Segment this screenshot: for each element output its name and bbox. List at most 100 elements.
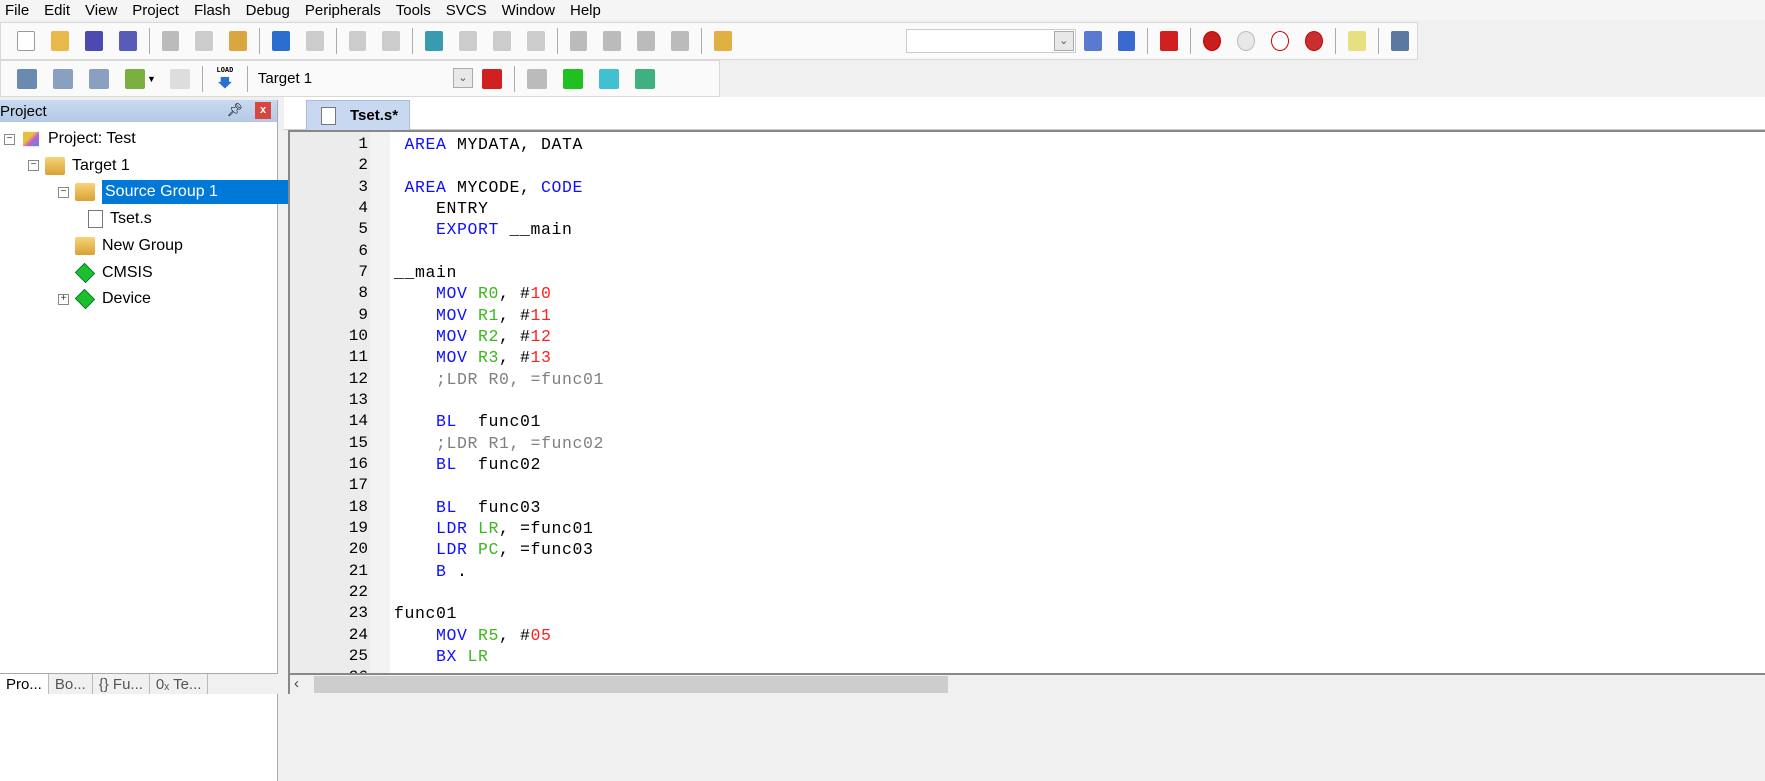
select-packs-icon[interactable] (562, 68, 583, 89)
code-line[interactable]: func01 (394, 603, 457, 624)
code-line[interactable]: MOV R5, #05 (394, 625, 552, 646)
bookmark-clear-icon[interactable] (526, 31, 545, 51)
uncomment-icon[interactable] (671, 31, 689, 51)
rebuild-icon[interactable] (89, 68, 109, 89)
save-icon[interactable] (84, 31, 103, 51)
code-line[interactable]: BL func01 (394, 411, 541, 432)
pack-installer-icon[interactable] (598, 68, 619, 89)
code-editor[interactable]: 1 AREA MYDATA, DATA 2 3 AREA MYCODE, CODE 4… (288, 130, 1765, 675)
code-line[interactable]: MOV R2, #12 (394, 326, 552, 347)
scroll-thumb[interactable] (314, 676, 948, 693)
code-line[interactable]: BX LR (394, 646, 489, 667)
code-line[interactable]: BL func03 (394, 497, 541, 518)
runtime-environment-icon[interactable] (634, 68, 655, 89)
window-layout-icon[interactable] (1348, 31, 1367, 51)
breakpoint-disable-all-icon[interactable] (1271, 31, 1290, 51)
menu-tools[interactable]: Tools (391, 2, 441, 19)
code-line[interactable]: LDR LR, =func01 (394, 518, 594, 539)
tree-item[interactable]: − Project: Test (4, 127, 136, 151)
collapse-icon[interactable]: − (4, 133, 15, 145)
save-all-icon[interactable] (118, 31, 137, 51)
menu-window[interactable]: Window (497, 2, 565, 19)
debug-session-icon[interactable] (1160, 31, 1179, 51)
code-line[interactable]: MOV R1, #11 (394, 305, 552, 326)
tree-item[interactable]: New Group (75, 234, 183, 258)
menu-debug[interactable]: Debug (241, 2, 300, 19)
code-line[interactable]: B . (394, 561, 468, 582)
incremental-find-icon[interactable] (1117, 31, 1136, 51)
close-icon[interactable]: x (255, 102, 271, 119)
configure-icon[interactable] (1390, 31, 1409, 51)
line-number: 9 (358, 305, 368, 324)
stop-build-icon[interactable] (169, 68, 190, 89)
menu-edit[interactable]: Edit (39, 2, 80, 19)
bookmark-next-icon[interactable] (492, 31, 511, 51)
navigate-back-icon[interactable] (348, 31, 367, 51)
code-line[interactable]: MOV R0, #10 (394, 283, 552, 304)
breakpoint-disable-icon[interactable] (1237, 31, 1256, 51)
menu-help[interactable]: Help (565, 2, 611, 19)
target-select[interactable]: Target 1 ⌄ (252, 67, 474, 91)
chevron-down-icon[interactable]: ⌄ (1053, 31, 1074, 51)
expand-icon[interactable]: + (58, 293, 69, 305)
dropdown-arrow-icon[interactable]: ▼ (147, 74, 156, 84)
bookmark-prev-icon[interactable] (459, 31, 477, 51)
code-line[interactable]: AREA MYCODE, CODE (394, 177, 583, 198)
paste-icon[interactable] (229, 31, 248, 51)
manage-components-icon[interactable] (526, 68, 547, 89)
open-folder-icon[interactable] (51, 31, 69, 51)
tree-item[interactable]: − Target 1 (28, 154, 130, 178)
panel-tab[interactable]: 0ₓ Te... (150, 674, 209, 694)
collapse-icon[interactable]: − (28, 160, 39, 172)
chevron-down-icon[interactable]: ⌄ (452, 67, 473, 88)
copy-icon[interactable] (195, 31, 214, 51)
tab-tset-s[interactable]: Tset.s* (306, 100, 410, 130)
code-line[interactable]: ;LDR R1, =func02 (394, 433, 604, 454)
tree-item[interactable]: Tset.s (88, 207, 152, 231)
scroll-left-icon[interactable]: ‹ (294, 675, 299, 692)
download-icon[interactable]: LOAD (215, 66, 235, 89)
tree-item-label: Device (102, 290, 151, 308)
menu-project[interactable]: Project (127, 2, 189, 19)
batch-build-icon[interactable] (125, 68, 145, 89)
code-line[interactable]: MOV R3, #13 (394, 347, 552, 368)
new-file-icon[interactable] (17, 31, 36, 51)
code-line[interactable]: ;LDR R0, =func01 (394, 369, 604, 390)
tree-item[interactable]: CMSIS (74, 261, 153, 285)
menu-flash[interactable]: Flash (189, 2, 241, 19)
unindent-icon[interactable] (603, 31, 622, 51)
code-line[interactable]: __main (394, 262, 457, 283)
panel-tab[interactable]: {} Fu... (93, 674, 150, 694)
code-line[interactable]: LDR PC, =func03 (394, 539, 594, 560)
pin-icon[interactable]: 📌︎ (226, 102, 243, 118)
build-icon[interactable] (53, 68, 73, 89)
translate-icon[interactable] (17, 68, 37, 89)
redo-icon[interactable] (305, 31, 324, 51)
menu-peripherals[interactable]: Peripherals (300, 2, 391, 19)
find-in-files-icon[interactable] (713, 31, 732, 51)
breakpoint-insert-icon[interactable] (1203, 31, 1222, 51)
comment-icon[interactable] (637, 31, 656, 51)
code-line[interactable]: AREA MYDATA, DATA (394, 134, 583, 155)
bookmark-set-icon[interactable] (425, 31, 444, 51)
cut-icon[interactable] (161, 31, 180, 51)
horizontal-scrollbar[interactable]: ‹ (288, 675, 1765, 694)
navigate-forward-icon[interactable] (382, 31, 401, 51)
panel-tab[interactable]: Pro... (0, 674, 49, 694)
panel-tab[interactable]: Bo... (49, 674, 93, 694)
code-line[interactable]: BL func02 (394, 454, 541, 475)
target-options-icon[interactable] (481, 68, 502, 89)
undo-icon[interactable] (272, 31, 290, 51)
code-line[interactable]: EXPORT __main (394, 219, 573, 240)
collapse-icon[interactable]: − (58, 186, 69, 198)
indent-icon[interactable] (569, 31, 588, 51)
find-combo[interactable]: ⌄ (905, 29, 1076, 53)
tree-item[interactable]: + Device (58, 287, 151, 311)
tree-item[interactable]: − Source Group 1 (58, 180, 300, 205)
code-line[interactable]: ENTRY (394, 198, 489, 219)
menu-view[interactable]: View (80, 2, 127, 19)
breakpoint-kill-all-icon[interactable] (1305, 31, 1324, 51)
menu-svcs[interactable]: SVCS (441, 2, 497, 19)
find-document-icon[interactable] (1083, 31, 1102, 51)
menu-file[interactable]: File (0, 2, 39, 19)
